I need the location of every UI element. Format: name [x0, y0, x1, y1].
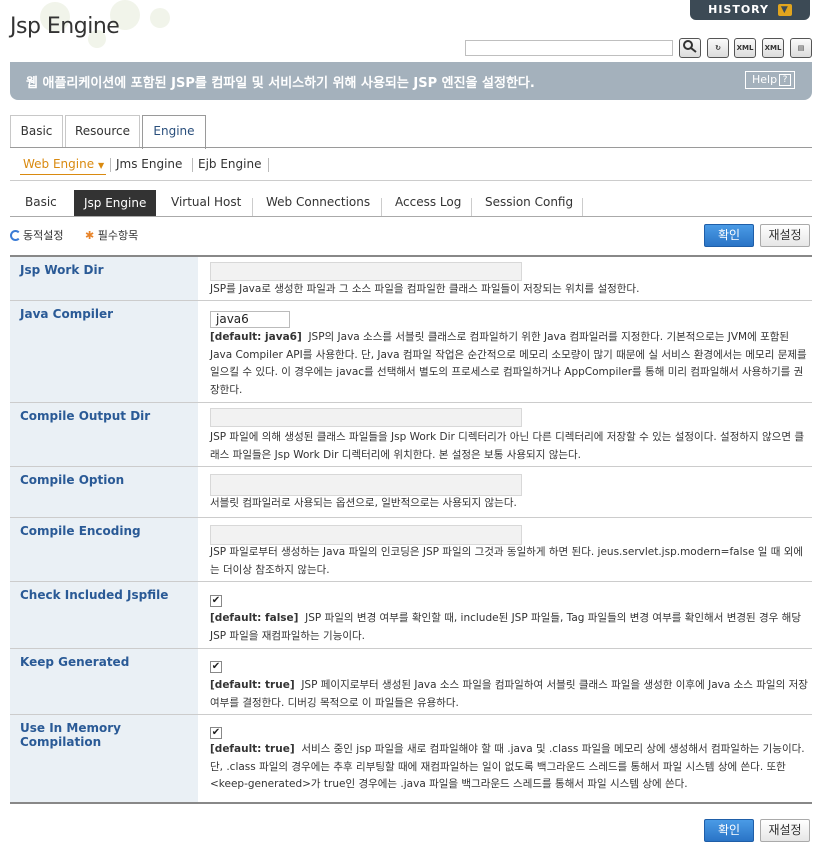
search-icon[interactable] — [679, 38, 701, 58]
use-in-memory-compilation-checkbox[interactable]: ✔ — [210, 727, 222, 739]
subtab-virtual-host[interactable]: Virtual Host — [171, 195, 241, 209]
compile-encoding-input[interactable] — [210, 525, 522, 545]
divider — [10, 147, 812, 148]
tab-resource[interactable]: Resource — [65, 115, 140, 148]
subnav-web-engine[interactable]: Web Engine ▼ — [23, 157, 104, 171]
keep-generated-checkbox[interactable]: ✔ — [210, 661, 222, 673]
field-label: Compile Encoding — [10, 518, 198, 581]
field-label: Compile Output Dir — [10, 403, 198, 466]
field-description: JSP 파일에 의해 생성된 클래스 파일들을 Jsp Work Dir 디렉터… — [210, 431, 805, 461]
page-title: Jsp Engine — [10, 14, 120, 39]
legend-required-label: 필수항목 — [97, 229, 139, 242]
field-description: [default: true] 서비스 중인 jsp 파일을 새로 컴파일해야 … — [210, 741, 808, 794]
field-description: [default: false] JSP 파일의 변경 여부를 확인할 때, i… — [210, 610, 808, 645]
field-row-compile-output-dir: Compile Output Dir JSP 파일에 의해 생성된 클래스 파일… — [10, 403, 812, 467]
subtab-web-connections[interactable]: Web Connections — [266, 195, 370, 209]
java-compiler-select[interactable]: java6 — [210, 311, 290, 328]
field-label: Jsp Work Dir — [10, 257, 198, 300]
field-row-keep-generated: Keep Generated ✔ [default: true] JSP 페이지… — [10, 649, 812, 715]
chevron-down-icon: ▼ — [777, 4, 792, 16]
jsp-work-dir-input[interactable] — [210, 262, 522, 281]
default-value: [default: true] — [210, 743, 295, 755]
field-description-text: JSP 페이지로부터 생성된 Java 소스 파일을 컴파일하여 서블릿 클래스… — [210, 679, 808, 709]
field-label: Check Included Jspfile — [10, 582, 198, 648]
default-value: [default: java6] — [210, 331, 302, 343]
divider — [10, 216, 812, 217]
tab-basic[interactable]: Basic — [10, 115, 63, 148]
subnav-ejb-engine[interactable]: Ejb Engine — [198, 157, 261, 171]
xml-export-icon[interactable]: XML — [734, 38, 756, 58]
field-description: [default: java6] JSP의 Java 소스를 서블릿 클래스로 … — [210, 329, 808, 399]
divider — [192, 158, 193, 172]
field-row-java-compiler: Java Compiler java6 [default: java6] JSP… — [10, 301, 812, 403]
reset-button-bottom[interactable]: 재설정 — [760, 819, 810, 842]
dropdown-icon: ▼ — [97, 161, 105, 170]
divider — [268, 158, 269, 172]
divider — [252, 198, 253, 216]
question-icon: ? — [779, 74, 791, 86]
compile-option-input[interactable] — [210, 474, 522, 496]
history-button[interactable]: HISTORY ▼ — [690, 0, 810, 20]
default-value: [default: false] — [210, 612, 299, 624]
required-icon: ✱ — [85, 229, 95, 242]
help-button[interactable]: Help ? — [745, 71, 795, 89]
legend-dynamic-label: 동적설정 — [23, 229, 64, 242]
subnav-active-indicator — [20, 174, 106, 175]
field-row-jsp-work-dir: Jsp Work Dir JSP를 Java로 생성한 파일과 그 소스 파일을… — [10, 257, 812, 301]
field-label: Use In Memory Compilation — [10, 715, 198, 802]
field-label: Keep Generated — [10, 649, 198, 714]
dynamic-config-icon — [10, 230, 21, 241]
confirm-button-top[interactable]: 확인 — [704, 224, 754, 247]
field-row-compile-encoding: Compile Encoding JSP 파일로부터 생성하는 Java 파일의… — [10, 518, 812, 582]
field-row-compile-option: Compile Option 서블릿 컴파일러로 사용되는 옵션으로, 일반적으… — [10, 467, 812, 518]
subtab-jsp-engine[interactable]: Jsp Engine — [74, 190, 157, 216]
field-description-text: 서비스 중인 jsp 파일을 새로 컴파일해야 할 때 .java 및 .cla… — [210, 743, 805, 790]
search-input[interactable] — [465, 40, 673, 56]
field-label: Compile Option — [10, 467, 198, 517]
divider — [10, 802, 812, 804]
page-description: 웹 애플리케이션에 포함된 JSP를 컴파일 및 서비스하기 위해 사용되는 J… — [26, 76, 535, 91]
help-label: Help — [752, 73, 778, 86]
legend-required: ✱ 필수항목 — [85, 227, 138, 243]
divider — [582, 198, 583, 216]
legend-dynamic: 동적설정 — [10, 227, 63, 243]
compile-output-dir-input[interactable] — [210, 408, 522, 427]
xml-view-icon[interactable]: XML — [762, 38, 784, 58]
subtab-session-config[interactable]: Session Config — [485, 195, 573, 209]
divider — [381, 198, 382, 216]
divider — [471, 198, 472, 216]
divider — [110, 158, 111, 172]
history-label: HISTORY — [708, 3, 770, 16]
field-row-check-included-jspfile: Check Included Jspfile ✔ [default: false… — [10, 582, 812, 649]
divider — [10, 180, 812, 181]
confirm-button-bottom[interactable]: 확인 — [704, 819, 754, 842]
default-value: [default: true] — [210, 679, 295, 691]
field-row-use-in-memory-compilation: Use In Memory Compilation ✔ [default: tr… — [10, 715, 812, 802]
check-included-jspfile-checkbox[interactable]: ✔ — [210, 595, 222, 607]
field-description: JSP를 Java로 생성한 파일과 그 소스 파일을 컴파일한 클래스 파일들… — [210, 283, 640, 295]
field-description-text: JSP 파일의 변경 여부를 확인할 때, include된 JSP 파일들, … — [210, 612, 801, 642]
field-description: 서블릿 컴파일러로 사용되는 옵션으로, 일반적으로는 사용되지 않는다. — [210, 497, 517, 509]
refresh-icon[interactable]: ↻ — [707, 38, 729, 58]
print-icon[interactable]: ▤ — [790, 38, 812, 58]
subtab-basic[interactable]: Basic — [25, 195, 57, 209]
field-description: JSP 파일로부터 생성하는 Java 파일의 인코딩은 JSP 파일의 그것과… — [210, 546, 804, 576]
subnav-jms-engine[interactable]: Jms Engine — [116, 157, 182, 171]
reset-button-top[interactable]: 재설정 — [760, 224, 810, 247]
field-description: [default: true] JSP 페이지로부터 생성된 Java 소스 파… — [210, 677, 808, 712]
subtab-access-log[interactable]: Access Log — [395, 195, 461, 209]
tab-engine[interactable]: Engine — [142, 115, 206, 149]
subnav-web-engine-label: Web Engine — [23, 157, 95, 171]
field-label: Java Compiler — [10, 301, 198, 402]
